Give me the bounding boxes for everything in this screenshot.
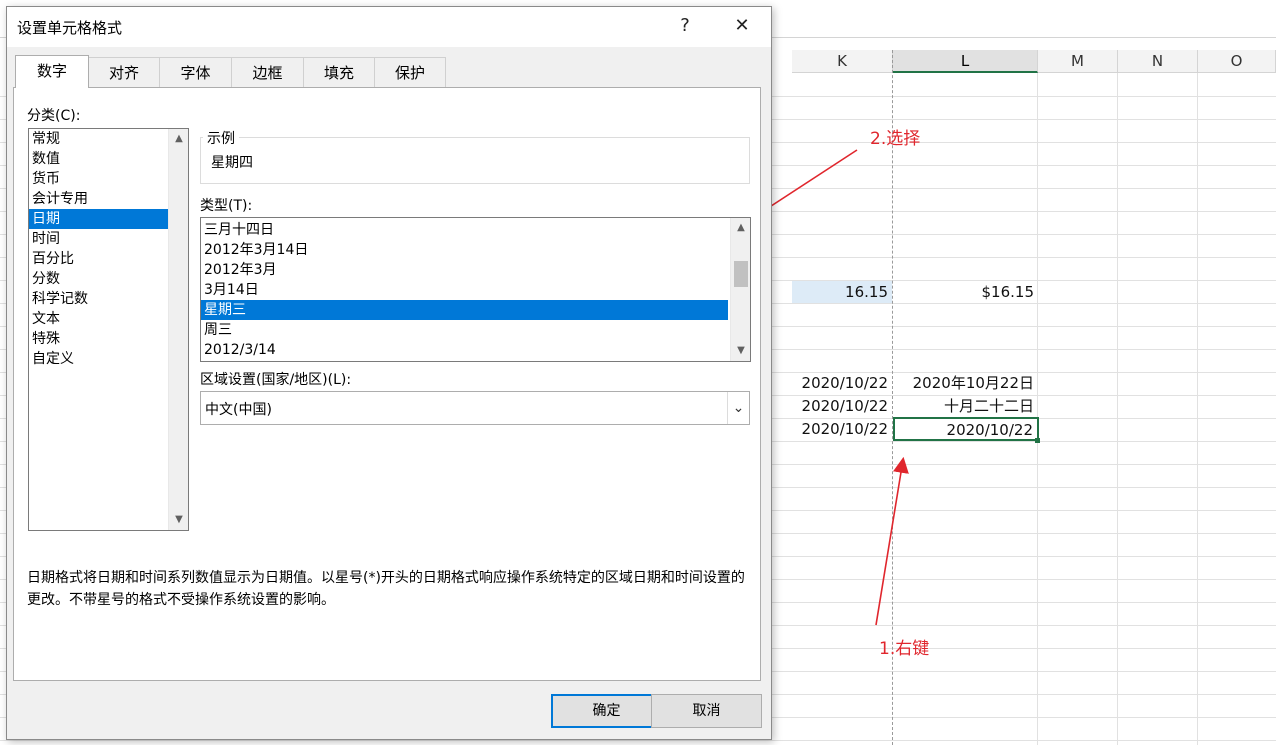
format-cells-dialog: 设置单元格格式 ? ✕ 数字 对齐 字体 边框 填充 保护 分类(C): 常规数… bbox=[6, 6, 772, 740]
tab-border[interactable]: 边框 bbox=[231, 57, 304, 88]
category-items: 常规 数值 货币 会计专用 日期 时间 百分比 分数 科学记数 文本 特殊 自定义 bbox=[29, 129, 188, 369]
scroll-up-icon[interactable]: ▲ bbox=[173, 133, 185, 145]
cancel-button[interactable]: 取消 bbox=[651, 694, 762, 728]
locale-select[interactable]: 中文(中国) ⌄ bbox=[200, 391, 750, 425]
dialog-titlebar: 设置单元格格式 ? ✕ bbox=[7, 7, 771, 47]
tab-protection[interactable]: 保护 bbox=[374, 57, 446, 88]
category-item[interactable]: 文本 bbox=[29, 309, 188, 329]
category-item[interactable]: 时间 bbox=[29, 229, 188, 249]
type-item[interactable]: 三月十四日 bbox=[201, 220, 728, 240]
tab-number[interactable]: 数字 bbox=[15, 55, 89, 88]
close-icon[interactable]: ✕ bbox=[727, 13, 757, 39]
type-item[interactable]: 星期三 bbox=[201, 300, 728, 320]
category-item[interactable]: 特殊 bbox=[29, 329, 188, 349]
category-item[interactable]: 日期 bbox=[29, 209, 188, 229]
scroll-up-icon[interactable]: ▲ bbox=[735, 222, 747, 234]
type-item[interactable]: 2012/3/14 bbox=[201, 340, 728, 360]
sample-value: 星期四 bbox=[211, 155, 253, 171]
scroll-down-icon[interactable]: ▼ bbox=[173, 514, 185, 526]
type-item[interactable]: 2012年3月 bbox=[201, 260, 728, 280]
help-button[interactable]: ? bbox=[670, 13, 700, 39]
category-item[interactable]: 会计专用 bbox=[29, 189, 188, 209]
type-item[interactable]: 2012年3月14日 bbox=[201, 240, 728, 260]
type-label: 类型(T): bbox=[200, 198, 253, 214]
category-item[interactable]: 百分比 bbox=[29, 249, 188, 269]
category-label: 分类(C): bbox=[27, 108, 81, 124]
tab-font[interactable]: 字体 bbox=[159, 57, 232, 88]
category-item[interactable]: 自定义 bbox=[29, 349, 188, 369]
scroll-thumb[interactable] bbox=[734, 261, 748, 287]
category-item[interactable]: 分数 bbox=[29, 269, 188, 289]
dialog-title: 设置单元格格式 bbox=[17, 19, 123, 37]
type-item[interactable]: 周三 bbox=[201, 320, 728, 340]
tab-fill[interactable]: 填充 bbox=[303, 57, 375, 88]
category-item[interactable]: 科学记数 bbox=[29, 289, 188, 309]
format-description: 日期格式将日期和时间系列数值显示为日期值。以星号(*)开头的日期格式响应操作系统… bbox=[27, 570, 745, 608]
category-scrollbar[interactable]: ▲ ▼ bbox=[168, 129, 188, 530]
ok-button[interactable]: 确定 bbox=[551, 694, 662, 728]
type-item[interactable]: 3月14日 bbox=[201, 280, 728, 300]
chevron-down-icon[interactable]: ⌄ bbox=[727, 392, 749, 424]
category-item[interactable]: 货币 bbox=[29, 169, 188, 189]
type-items: 三月十四日 2012年3月14日 2012年3月 3月14日 星期三 周三 2012/3/1… bbox=[201, 218, 750, 360]
type-listbox[interactable]: 三月十四日 2012年3月14日 2012年3月 3月14日 星期三 周三 2012/3/1… bbox=[200, 217, 751, 362]
scroll-down-icon[interactable]: ▼ bbox=[735, 345, 747, 357]
category-listbox[interactable]: 常规 数值 货币 会计专用 日期 时间 百分比 分数 科学记数 文本 特殊 自定义 ▲ ▼ bbox=[28, 128, 189, 531]
category-item[interactable]: 数值 bbox=[29, 149, 188, 169]
locale-label: 区域设置(国家/地区)(L): bbox=[200, 372, 352, 388]
annotation-arrow-rightclick bbox=[875, 456, 909, 626]
category-item[interactable]: 常规 bbox=[29, 129, 188, 149]
type-scrollbar[interactable]: ▲ ▼ bbox=[730, 218, 750, 361]
locale-value: 中文(中国) bbox=[205, 402, 272, 418]
tab-alignment[interactable]: 对齐 bbox=[88, 57, 160, 88]
sample-legend: 示例 bbox=[203, 128, 239, 148]
sample-box: 星期四 bbox=[200, 137, 750, 184]
